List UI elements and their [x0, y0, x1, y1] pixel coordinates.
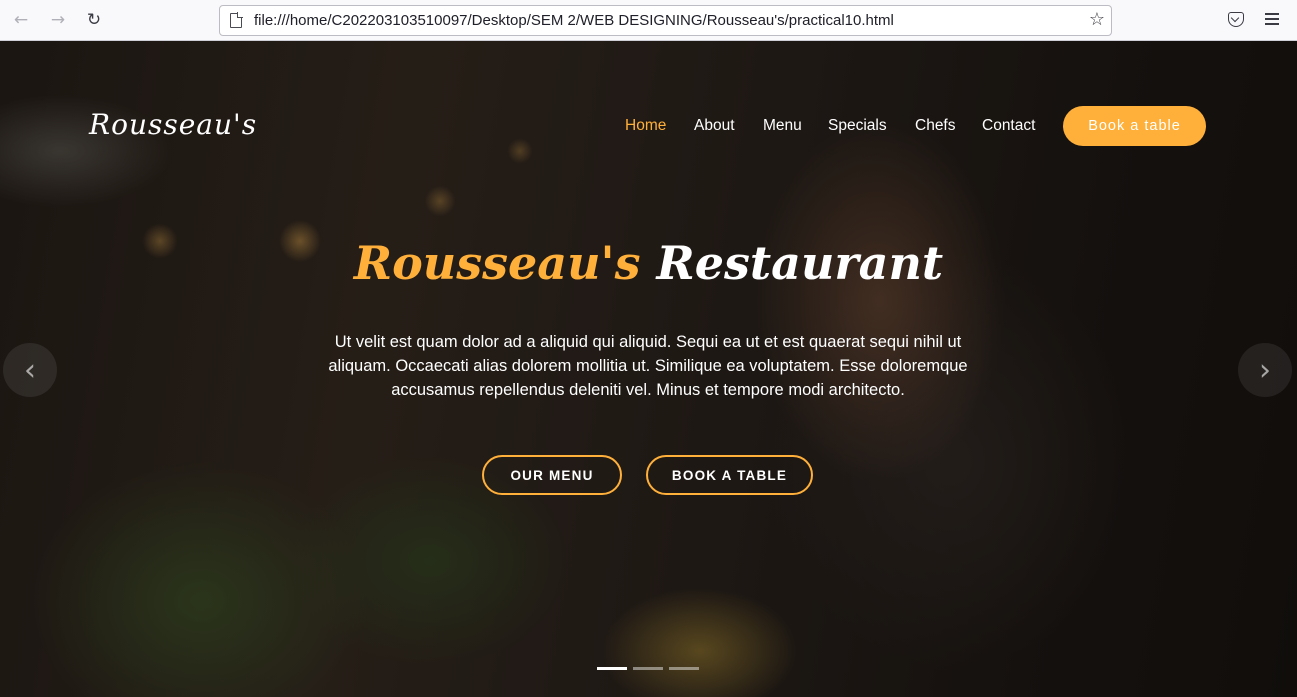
- hero-title: Rousseau's Restaurant: [0, 236, 1297, 290]
- address-bar[interactable]: file:///home/C202203103510097/Desktop/SE…: [219, 5, 1112, 36]
- nav-menu[interactable]: Menu: [763, 117, 802, 135]
- carousel-indicator[interactable]: [669, 667, 699, 670]
- book-a-table-button[interactable]: BOOK A TABLE: [646, 455, 813, 495]
- forward-arrow-icon[interactable]: →: [47, 9, 69, 31]
- url-text[interactable]: file:///home/C202203103510097/Desktop/SE…: [254, 12, 894, 29]
- reload-icon[interactable]: ↻: [83, 9, 105, 31]
- carousel-prev-icon[interactable]: ‹: [3, 343, 57, 397]
- page-icon: [230, 12, 243, 28]
- hamburger-menu-icon[interactable]: [1265, 13, 1279, 25]
- bookmark-star-icon[interactable]: ☆: [1089, 9, 1105, 30]
- carousel-indicator[interactable]: [597, 667, 627, 670]
- carousel-indicator[interactable]: [633, 667, 663, 670]
- nav-chefs[interactable]: Chefs: [915, 117, 956, 135]
- nav-contact[interactable]: Contact: [982, 117, 1035, 135]
- nav-about[interactable]: About: [694, 117, 735, 135]
- our-menu-button[interactable]: OUR MENU: [482, 455, 622, 495]
- nav-home[interactable]: Home: [625, 117, 666, 135]
- browser-toolbar: ← → ↻ file:///home/C202203103510097/Desk…: [0, 0, 1297, 41]
- hero-title-rest: Restaurant: [640, 236, 944, 290]
- nav-specials[interactable]: Specials: [828, 117, 887, 135]
- site-logo[interactable]: Rousseau's: [89, 108, 257, 141]
- back-arrow-icon[interactable]: ←: [10, 9, 32, 31]
- hero-description: Ut velit est quam dolor ad a aliquid qui…: [328, 333, 968, 399]
- book-table-button[interactable]: Book a table: [1063, 106, 1206, 146]
- pocket-icon[interactable]: [1228, 12, 1244, 27]
- hero-section: Rousseau's Home About Menu Specials Chef…: [0, 41, 1297, 697]
- carousel-next-icon[interactable]: ›: [1238, 343, 1292, 397]
- hero-title-brand: Rousseau's: [353, 236, 641, 290]
